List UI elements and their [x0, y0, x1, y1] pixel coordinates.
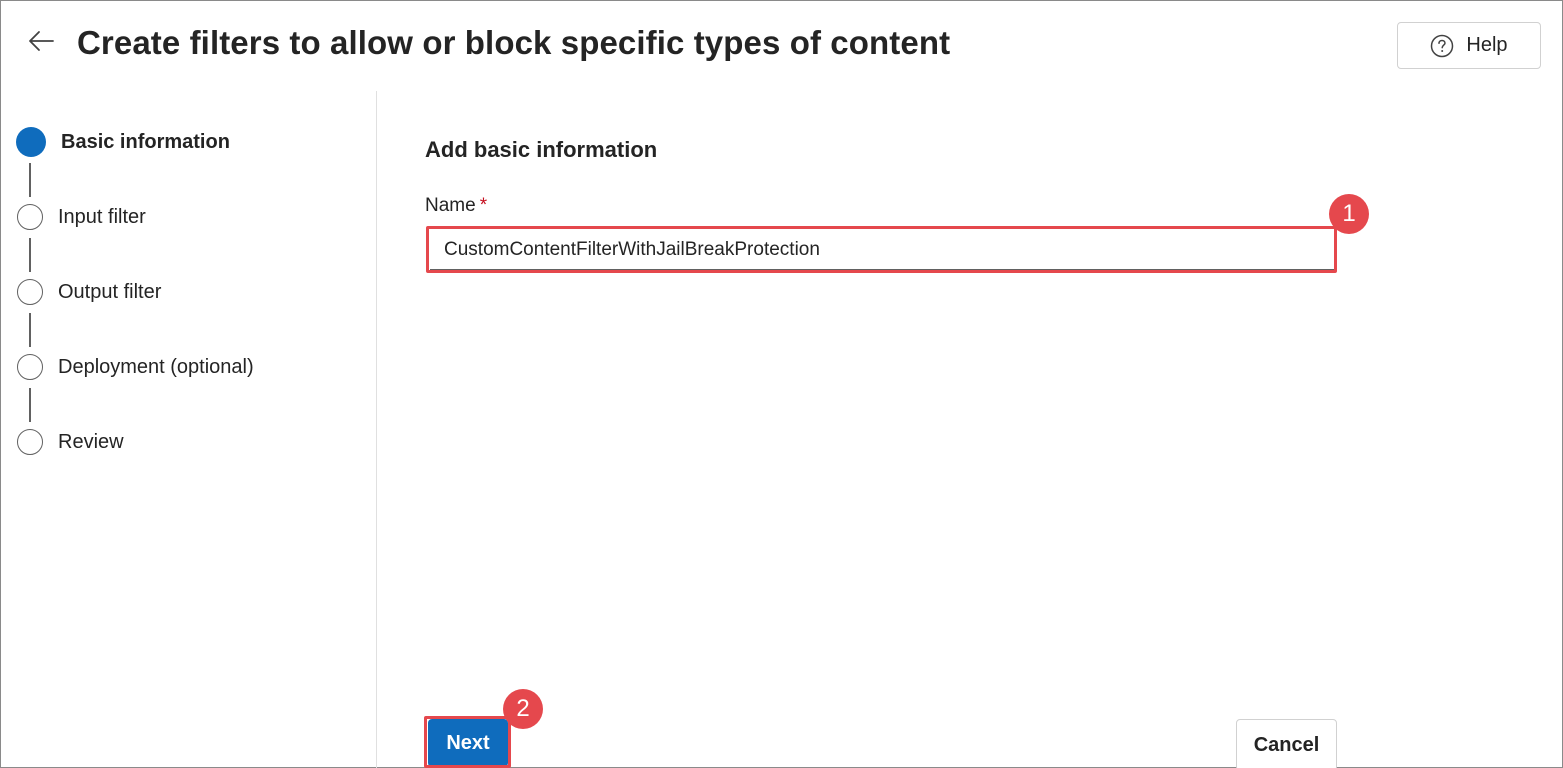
arrow-left-icon [27, 29, 55, 58]
step-connector [29, 163, 31, 197]
step-basic-information[interactable]: Basic information [16, 127, 230, 157]
step-review[interactable]: Review [17, 429, 124, 455]
annotation-badge-1: 1 [1329, 194, 1369, 234]
step-label: Review [58, 430, 124, 453]
step-indicator [17, 354, 43, 380]
step-output-filter[interactable]: Output filter [17, 279, 161, 305]
step-label: Basic information [61, 130, 230, 153]
step-active-indicator [16, 127, 46, 157]
step-connector [29, 313, 31, 347]
page-title: Create filters to allow or block specifi… [77, 24, 951, 61]
name-label-text: Name [425, 195, 476, 216]
step-label: Deployment (optional) [58, 355, 254, 378]
next-button[interactable]: Next [428, 719, 508, 767]
step-indicator [17, 204, 43, 230]
name-input[interactable] [430, 230, 1334, 270]
step-input-filter[interactable]: Input filter [17, 204, 146, 230]
window-frame [0, 0, 1563, 768]
help-label: Help [1466, 34, 1508, 56]
step-connector [29, 388, 31, 422]
name-field-label: Name * [425, 195, 487, 217]
stepper-divider [376, 91, 377, 768]
back-button[interactable] [24, 26, 58, 60]
section-title: Add basic information [425, 137, 658, 162]
required-marker: * [479, 195, 488, 216]
step-indicator [17, 279, 43, 305]
step-indicator [17, 429, 43, 455]
step-label: Input filter [58, 205, 146, 228]
step-label: Output filter [58, 280, 162, 303]
annotation-badge-2: 2 [503, 689, 543, 729]
help-button[interactable]: Help [1397, 22, 1541, 69]
question-circle-icon [1430, 34, 1454, 58]
cancel-button[interactable]: Cancel [1236, 719, 1337, 768]
step-deployment[interactable]: Deployment (optional) [17, 354, 254, 380]
step-connector [29, 238, 31, 272]
